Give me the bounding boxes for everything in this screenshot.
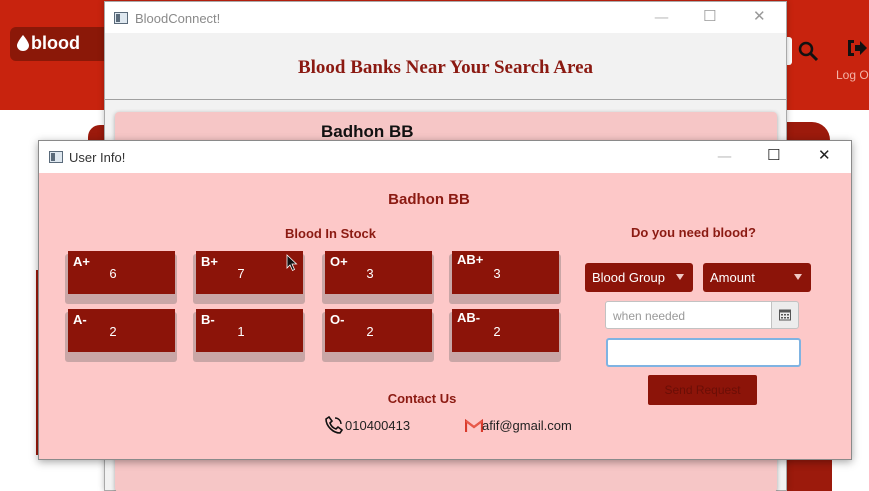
chevron-down-icon [676,274,684,280]
mouse-cursor [286,254,298,272]
calendar-icon [779,309,791,321]
stock-tile-ab-neg: AB- 2 [452,309,559,352]
stock-label: Blood In Stock [285,226,376,241]
blood-count: 1 [237,324,245,339]
stock-tile-a-neg: A- 2 [68,309,175,352]
app-window-icon [49,151,63,163]
titlebar: BloodConnect! — ☐ ✕ [105,2,786,33]
minimize-icon[interactable]: — [717,147,732,165]
blood-group-select[interactable]: Blood Group [585,263,693,292]
titlebar: User Info! — ☐ ✕ [39,141,851,173]
divider [105,99,786,100]
minimize-icon[interactable]: — [654,8,669,26]
email-address: afif@gmail.com [482,418,572,433]
blood-count: 3 [493,266,501,281]
blood-count: 2 [109,324,117,339]
maximize-icon[interactable]: ☐ [767,146,780,164]
phone-icon [325,416,343,434]
maximize-icon[interactable]: ☐ [703,7,716,25]
user-info-window: User Info! — ☐ ✕ Badhon BB Blood In Stoc… [38,140,852,460]
stock-tile-a-pos: A+ 6 [68,251,175,294]
blood-bank-card-title: Badhon BB [321,122,414,141]
bank-name: Badhon BB [388,191,470,208]
bg-card-right-lower [786,460,832,491]
stock-tile-ab-pos: AB+ 3 [452,251,559,294]
blood-group-select-label: Blood Group [592,270,665,285]
blood-drop-icon [17,35,29,51]
stock-tile-o-neg: O- 2 [325,309,432,352]
stock-tile-b-neg: B- 1 [196,309,303,352]
contact-label: Contact Us [387,391,457,406]
blood-count: 2 [366,324,374,339]
gmail-icon [465,419,483,432]
blood-count: 3 [366,266,374,281]
phone-number: 010400413 [345,418,411,433]
date-needed-input[interactable]: when needed [605,301,772,329]
search-icon[interactable] [797,40,819,62]
stock-tile-o-pos: O+ 3 [325,251,432,294]
need-blood-label: Do you need blood? [631,225,756,240]
logout-icon[interactable] [846,38,868,58]
blood-count: 2 [493,324,501,339]
blood-count: 6 [109,266,117,281]
app-window-icon [114,12,128,24]
blood-type: AB- [457,310,481,325]
amount-select[interactable]: Amount [703,263,811,292]
request-text-input[interactable] [606,338,801,367]
blood-count: 7 [237,266,245,281]
amount-select-label: Amount [710,270,755,285]
chevron-down-icon [794,274,802,280]
close-icon[interactable]: ✕ [753,7,766,25]
logo-text: blood [31,33,80,53]
window-title: User Info! [69,150,126,165]
page-heading: Blood Banks Near Your Search Area [297,57,594,78]
logout-label[interactable]: Log O [836,68,869,82]
window-title: BloodConnect! [135,11,221,26]
calendar-button[interactable] [771,301,799,329]
blood-type: AB+ [457,252,484,267]
close-icon[interactable]: ✕ [818,146,831,164]
